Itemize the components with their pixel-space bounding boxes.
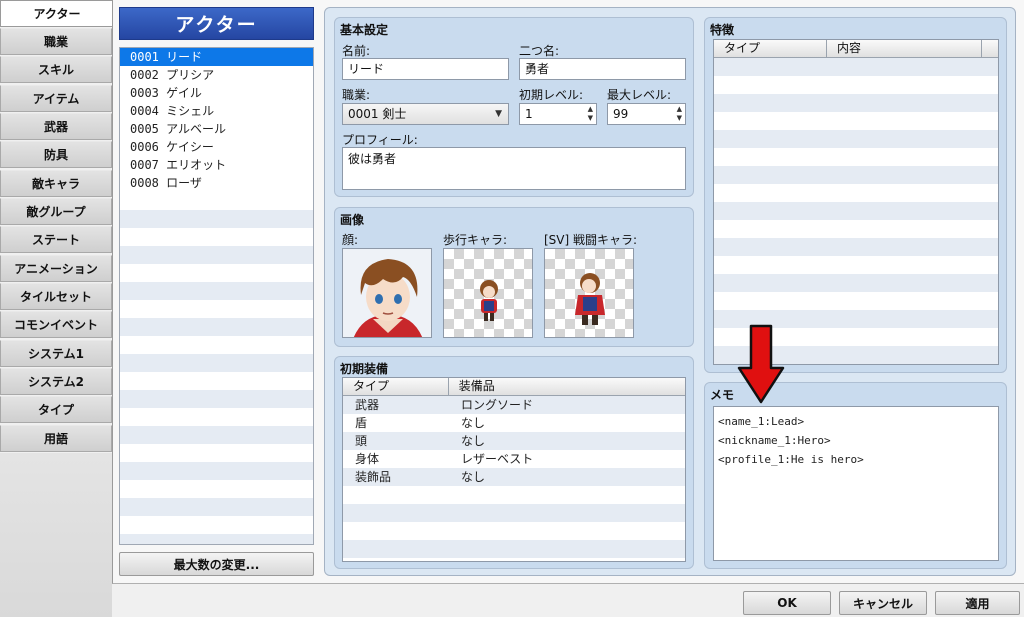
equip-type-cell: 武器 [355, 398, 380, 412]
equip-type-cell: 身体 [355, 452, 380, 466]
cancel-button[interactable]: キャンセル [839, 591, 927, 615]
name-field[interactable]: リード [342, 58, 509, 80]
list-item[interactable]: 0008 ローザ [120, 174, 313, 192]
column-header-equipment[interactable]: 装備品 [449, 378, 685, 395]
equip-type-cell: 頭 [355, 434, 368, 448]
initial-equipment-group: 初期装備 タイプ 装備品 武器 ロングソード 盾 なし 頭 なし 身体 レザーベ… [334, 356, 694, 569]
initial-level-stepper[interactable]: 1 ▲ ▼ [519, 103, 597, 125]
tab-weapons[interactable]: 武器 [0, 113, 112, 140]
red-down-arrow-icon [737, 324, 785, 404]
actor-list[interactable]: 0001 リード 0002 プリシア 0003 ゲイル 0004 ミシェル 00… [119, 47, 314, 545]
walk-character-image[interactable] [443, 248, 533, 338]
max-level-label: 最大レベル: [607, 88, 672, 102]
list-item[interactable]: 0007 エリオット [120, 156, 313, 174]
apply-button[interactable]: 適用 [935, 591, 1020, 615]
sv-battler-image[interactable] [544, 248, 634, 338]
tab-system2[interactable]: システム2 [0, 368, 112, 395]
battler-sprite-icon [575, 273, 605, 325]
name-label: 名前: [342, 44, 371, 58]
tab-terms[interactable]: 用語 [0, 425, 112, 452]
walk-label: 歩行キャラ: [443, 233, 508, 247]
column-header-type[interactable]: タイプ [343, 378, 449, 395]
ok-button[interactable]: OK [743, 591, 831, 615]
equipment-table[interactable]: タイプ 装備品 武器 ロングソード 盾 なし 頭 なし 身体 レザーベスト 装飾… [342, 377, 686, 562]
memo-line: <nickname_1:Hero> [718, 434, 831, 447]
table-row[interactable]: 武器 ロングソード [343, 396, 685, 414]
class-select[interactable]: 0001 剣士 ▼ [342, 103, 509, 125]
traits-table[interactable]: タイプ 内容 [713, 39, 999, 365]
tab-states[interactable]: ステート [0, 226, 112, 253]
profile-field[interactable]: 彼は勇者 [342, 147, 686, 190]
equip-item-cell: なし [461, 470, 486, 484]
face-portrait-icon [343, 249, 431, 337]
spin-arrows-icon[interactable]: ▲ ▼ [677, 105, 682, 123]
initial-equipment-title: 初期装備 [340, 362, 389, 376]
tab-items[interactable]: アイテム [0, 85, 112, 112]
images-group: 画像 顔: 歩行キャラ: [SV] 戦闘キャラ: [334, 207, 694, 347]
equip-item-cell: レザーベスト [461, 452, 534, 466]
traits-table-header: タイプ 内容 [714, 40, 998, 58]
table-row[interactable]: 盾 なし [343, 414, 685, 432]
initial-level-value: 1 [525, 107, 533, 121]
nickname-label: 二つ名: [519, 44, 560, 58]
table-row[interactable]: 頭 なし [343, 432, 685, 450]
list-item[interactable]: 0002 プリシア [120, 66, 313, 84]
database-tabs: アクター 職業 スキル アイテム 武器 防具 敵キャラ 敵グループ ステート ア… [0, 0, 113, 617]
tab-actors[interactable]: アクター [0, 0, 113, 27]
equipment-table-header: タイプ 装備品 [343, 378, 685, 396]
tab-enemies[interactable]: 敵キャラ [0, 170, 112, 197]
memo-field[interactable]: <name_1:Lead> <nickname_1:Hero> <profile… [713, 406, 999, 561]
battler-label: [SV] 戦闘キャラ: [544, 233, 638, 247]
table-row[interactable]: 装飾品 なし [343, 468, 685, 486]
tab-tilesets[interactable]: タイルセット [0, 283, 112, 310]
face-image[interactable] [342, 248, 432, 338]
list-title: アクター [119, 7, 314, 40]
list-item[interactable]: 0001 リード [120, 48, 313, 66]
images-title: 画像 [340, 213, 365, 227]
change-maximum-button[interactable]: 最大数の変更... [119, 552, 314, 576]
equip-item-cell: なし [461, 416, 486, 430]
list-item[interactable]: 0003 ゲイル [120, 84, 313, 102]
basic-settings-group: 基本設定 名前: リード 二つ名: 勇者 職業: 0001 剣士 ▼ 初期レベル… [334, 17, 694, 197]
list-item[interactable]: 0005 アルベール [120, 120, 313, 138]
column-header-trait-type[interactable]: タイプ [714, 40, 827, 57]
equip-item-cell: ロングソード [461, 398, 534, 412]
tabs-filler [0, 453, 112, 617]
table-row[interactable]: 身体 レザーベスト [343, 450, 685, 468]
profile-label: プロフィール: [342, 133, 418, 147]
nickname-field[interactable]: 勇者 [519, 58, 686, 80]
equip-item-cell: なし [461, 434, 486, 448]
basic-settings-title: 基本設定 [340, 23, 389, 37]
equip-type-cell: 装飾品 [355, 470, 392, 484]
column-header-trait-content[interactable]: 内容 [827, 40, 982, 57]
list-item[interactable]: 0004 ミシェル [120, 102, 313, 120]
content-panel: 基本設定 名前: リード 二つ名: 勇者 職業: 0001 剣士 ▼ 初期レベル… [324, 7, 1016, 576]
list-item[interactable]: 0006 ケイシー [120, 138, 313, 156]
tab-types[interactable]: タイプ [0, 396, 112, 423]
traits-title: 特徴 [710, 23, 735, 37]
memo-line: <name_1:Lead> [718, 415, 805, 428]
initial-level-label: 初期レベル: [519, 88, 584, 102]
spin-arrows-icon[interactable]: ▲ ▼ [588, 105, 593, 123]
tab-armors[interactable]: 防具 [0, 141, 112, 168]
class-label: 職業: [342, 88, 371, 102]
memo-group: メモ <name_1:Lead> <nickname_1:Hero> <prof… [704, 382, 1007, 569]
tab-common-events[interactable]: コモンイベント [0, 311, 112, 338]
traits-group: 特徴 タイプ 内容 [704, 17, 1007, 373]
memo-line: <profile_1:He is hero> [718, 453, 864, 466]
class-select-value: 0001 剣士 [348, 107, 407, 121]
tab-skills[interactable]: スキル [0, 56, 112, 83]
tab-system1[interactable]: システム1 [0, 340, 112, 367]
walk-sprite-icon [480, 280, 498, 321]
equip-type-cell: 盾 [355, 416, 368, 430]
face-label: 顔: [342, 233, 359, 247]
tab-troops[interactable]: 敵グループ [0, 198, 112, 225]
max-level-value: 99 [613, 107, 629, 121]
tab-classes[interactable]: 職業 [0, 28, 112, 55]
memo-title: メモ [710, 388, 735, 402]
dropdown-arrow-icon: ▼ [495, 109, 502, 119]
max-level-stepper[interactable]: 99 ▲ ▼ [607, 103, 686, 125]
tab-animations[interactable]: アニメーション [0, 255, 112, 282]
header-spacer [982, 40, 998, 57]
